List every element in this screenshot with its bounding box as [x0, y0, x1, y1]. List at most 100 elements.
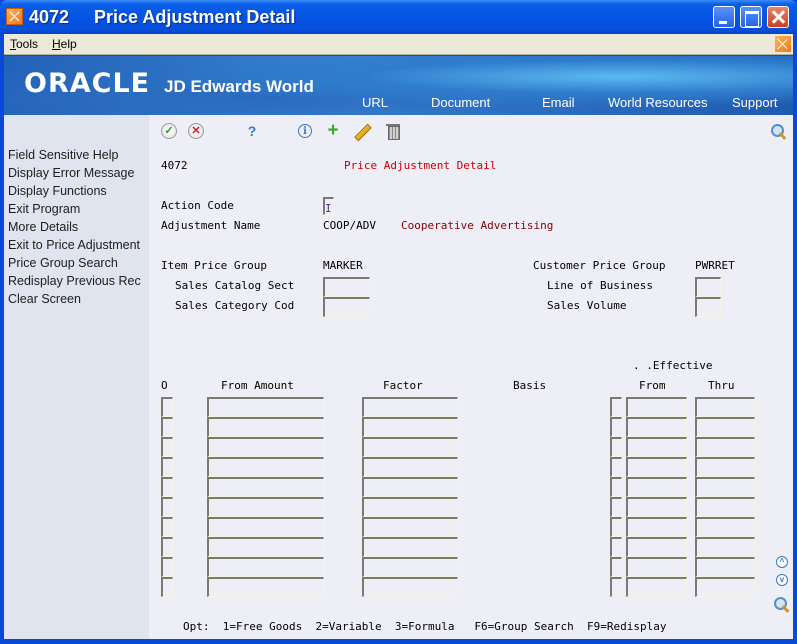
grid-input-basis[interactable] [612, 460, 621, 477]
sidebar-item-price-group-search[interactable]: Price Group Search [4, 254, 141, 272]
grid-input-factor[interactable] [364, 480, 457, 497]
sales-catalog-field[interactable] [323, 277, 370, 297]
grid-cell-option[interactable] [161, 417, 173, 437]
grid-input-basis[interactable] [612, 480, 621, 497]
sales-category-input[interactable] [325, 300, 369, 317]
grid-cell-factor[interactable] [362, 397, 458, 417]
grid-cell-from-amount[interactable] [207, 437, 324, 457]
grid-cell-option[interactable] [161, 577, 173, 597]
add-icon[interactable]: + [325, 121, 341, 140]
cancel-icon[interactable]: ✕ [188, 123, 204, 139]
grid-cell-from[interactable] [626, 397, 687, 417]
grid-input-from-amount[interactable] [209, 580, 323, 597]
help-icon[interactable]: ? [244, 123, 260, 139]
grid-input-from[interactable] [628, 540, 686, 557]
grid-input-option[interactable] [163, 520, 172, 537]
action-code-field[interactable] [323, 197, 334, 216]
grid-cell-option[interactable] [161, 497, 173, 517]
grid-cell-basis[interactable] [610, 397, 622, 417]
grid-input-from[interactable] [628, 580, 686, 597]
grid-cell-thru[interactable] [695, 537, 755, 557]
grid-input-from[interactable] [628, 460, 686, 477]
grid-input-option[interactable] [163, 500, 172, 517]
maximize-button[interactable] [740, 6, 762, 28]
grid-input-from[interactable] [628, 420, 686, 437]
grid-cell-factor[interactable] [362, 577, 458, 597]
grid-cell-basis[interactable] [610, 437, 622, 457]
grid-cell-from[interactable] [626, 517, 687, 537]
scroll-up-icon[interactable]: ^ [776, 556, 788, 568]
grid-cell-basis[interactable] [610, 577, 622, 597]
grid-cell-thru[interactable] [695, 497, 755, 517]
grid-cell-basis[interactable] [610, 557, 622, 577]
grid-cell-from-amount[interactable] [207, 477, 324, 497]
grid-cell-basis[interactable] [610, 417, 622, 437]
grid-input-factor[interactable] [364, 440, 457, 457]
grid-input-thru[interactable] [697, 440, 754, 457]
sales-volume-input[interactable] [697, 300, 720, 317]
grid-input-thru[interactable] [697, 560, 754, 577]
grid-cell-basis[interactable] [610, 457, 622, 477]
grid-input-option[interactable] [163, 460, 172, 477]
grid-cell-thru[interactable] [695, 437, 755, 457]
grid-input-factor[interactable] [364, 560, 457, 577]
sidebar-item-exit-to-price-adjustment[interactable]: Exit to Price Adjustment [4, 236, 141, 254]
grid-input-thru[interactable] [697, 460, 754, 477]
nav-link-email[interactable]: Email [542, 95, 575, 110]
grid-input-thru[interactable] [697, 420, 754, 437]
grid-cell-factor[interactable] [362, 517, 458, 537]
grid-input-option[interactable] [163, 400, 172, 417]
sidebar-item-display-error-message[interactable]: Display Error Message [4, 164, 141, 182]
grid-cell-factor[interactable] [362, 497, 458, 517]
grid-cell-thru[interactable] [695, 477, 755, 497]
sidebar-item-redisplay-previous[interactable]: Redisplay Previous Rec [4, 272, 141, 290]
grid-input-from-amount[interactable] [209, 440, 323, 457]
search-icon[interactable] [771, 124, 787, 140]
grid-input-thru[interactable] [697, 520, 754, 537]
grid-input-option[interactable] [163, 560, 172, 577]
grid-input-factor[interactable] [364, 520, 457, 537]
grid-cell-from-amount[interactable] [207, 397, 324, 417]
grid-cell-from-amount[interactable] [207, 497, 324, 517]
grid-cell-option[interactable] [161, 457, 173, 477]
grid-input-thru[interactable] [697, 400, 754, 417]
grid-cell-option[interactable] [161, 477, 173, 497]
grid-input-factor[interactable] [364, 420, 457, 437]
grid-cell-from[interactable] [626, 437, 687, 457]
grid-input-from-amount[interactable] [209, 400, 323, 417]
grid-cell-factor[interactable] [362, 557, 458, 577]
grid-input-from[interactable] [628, 500, 686, 517]
sales-volume-field[interactable] [695, 297, 721, 317]
grid-cell-from[interactable] [626, 557, 687, 577]
sidebar-item-field-sensitive-help[interactable]: Field Sensitive Help [4, 146, 141, 164]
grid-input-option[interactable] [163, 580, 172, 597]
grid-cell-basis[interactable] [610, 497, 622, 517]
sidebar-item-clear-screen[interactable]: Clear Screen [4, 290, 141, 308]
grid-input-from[interactable] [628, 440, 686, 457]
grid-cell-factor[interactable] [362, 477, 458, 497]
grid-input-factor[interactable] [364, 500, 457, 517]
grid-cell-from[interactable] [626, 417, 687, 437]
grid-input-from-amount[interactable] [209, 520, 323, 537]
grid-cell-option[interactable] [161, 557, 173, 577]
grid-cell-from-amount[interactable] [207, 517, 324, 537]
grid-cell-option[interactable] [161, 517, 173, 537]
close-button[interactable] [767, 6, 789, 28]
grid-input-thru[interactable] [697, 540, 754, 557]
grid-input-basis[interactable] [612, 540, 621, 557]
grid-input-from-amount[interactable] [209, 500, 323, 517]
grid-input-option[interactable] [163, 420, 172, 437]
grid-cell-thru[interactable] [695, 417, 755, 437]
grid-input-option[interactable] [163, 440, 172, 457]
grid-cell-from[interactable] [626, 537, 687, 557]
grid-cell-thru[interactable] [695, 557, 755, 577]
grid-input-from[interactable] [628, 480, 686, 497]
grid-input-factor[interactable] [364, 580, 457, 597]
grid-cell-option[interactable] [161, 397, 173, 417]
nav-link-world-resources[interactable]: World Resources [608, 95, 707, 110]
grid-input-thru[interactable] [697, 480, 754, 497]
grid-cell-basis[interactable] [610, 537, 622, 557]
grid-input-basis[interactable] [612, 400, 621, 417]
grid-cell-from[interactable] [626, 477, 687, 497]
grid-cell-from-amount[interactable] [207, 537, 324, 557]
